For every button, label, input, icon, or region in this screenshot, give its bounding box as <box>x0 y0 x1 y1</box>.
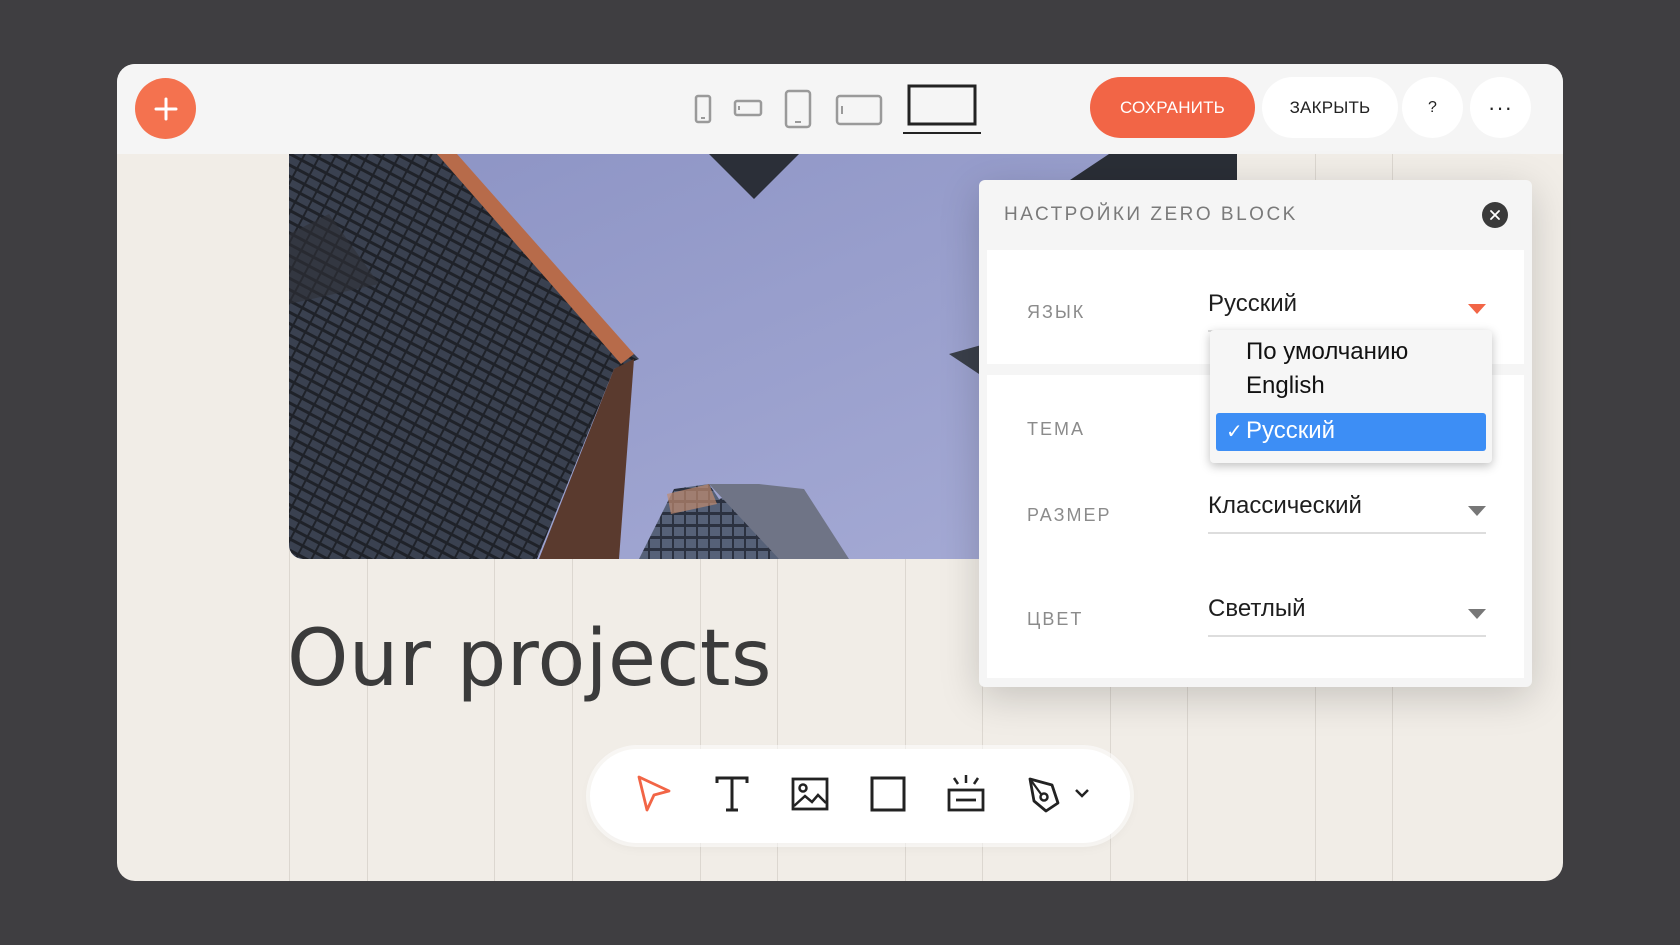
help-button[interactable]: ? <box>1402 77 1463 138</box>
size-value: Классический <box>1208 492 1362 519</box>
close-button[interactable]: ЗАКРЫТЬ <box>1262 77 1398 138</box>
page-heading[interactable]: Our projects <box>287 614 772 704</box>
pen-icon[interactable] <box>1024 773 1064 815</box>
language-label: ЯЗЫК <box>1027 302 1086 322</box>
panel-title: НАСТРОЙКИ ZERO BLOCK <box>1004 204 1298 225</box>
plus-icon <box>154 97 177 120</box>
size-select[interactable]: Классический <box>1208 492 1486 534</box>
top-bar: СОХРАНИТЬ ЗАКРЫТЬ ? ··· <box>117 64 1563 154</box>
chevron-down-icon <box>1468 304 1486 314</box>
shape-icon[interactable] <box>868 773 908 815</box>
close-icon <box>1490 210 1500 220</box>
language-option-russian[interactable]: ✓ Русский <box>1216 413 1486 451</box>
size-label: РАЗМЕР <box>1027 505 1112 525</box>
tablet-landscape-icon[interactable] <box>835 94 883 126</box>
checkmark-icon: ✓ <box>1226 421 1243 443</box>
cursor-icon[interactable] <box>634 773 674 815</box>
language-value: Русский <box>1208 290 1298 317</box>
theme-label: ТЕМА <box>1027 419 1086 439</box>
text-icon[interactable] <box>712 773 752 815</box>
color-select[interactable]: Светлый <box>1208 595 1486 637</box>
close-panel-button[interactable] <box>1482 202 1508 228</box>
chevron-down-icon <box>1468 506 1486 516</box>
language-select[interactable]: Русский <box>1208 290 1486 332</box>
language-dropdown: По умолчанию English ✓ Русский <box>1210 330 1492 463</box>
element-toolbar <box>590 749 1130 843</box>
language-option-default[interactable]: По умолчанию <box>1216 334 1486 372</box>
laptop-icon[interactable] <box>903 82 981 134</box>
save-button[interactable]: СОХРАНИТЬ <box>1090 77 1255 138</box>
add-block-button[interactable] <box>135 78 196 139</box>
color-label: ЦВЕТ <box>1027 609 1084 629</box>
phone-landscape-icon[interactable] <box>733 99 763 117</box>
chevron-down-icon <box>1468 609 1486 619</box>
language-option-english[interactable]: English <box>1216 368 1486 406</box>
chevron-down-icon[interactable] <box>1074 787 1090 799</box>
color-value: Светлый <box>1208 595 1306 622</box>
phone-portrait-icon[interactable] <box>694 94 712 124</box>
button-icon[interactable] <box>946 773 986 815</box>
image-icon[interactable] <box>790 773 830 815</box>
more-menu-button[interactable]: ··· <box>1470 77 1531 138</box>
tablet-portrait-icon[interactable] <box>784 89 812 129</box>
